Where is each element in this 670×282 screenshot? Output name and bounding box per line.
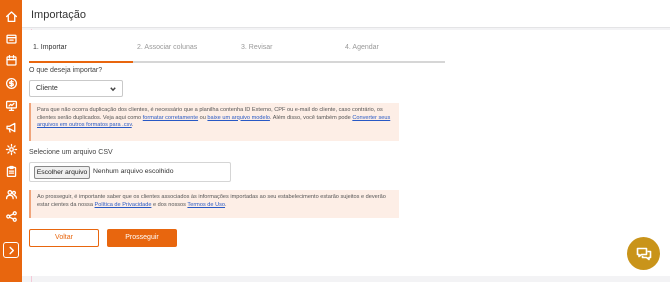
step-revisar[interactable]: 3. Revisar (237, 43, 341, 63)
chevron-right-icon (8, 246, 14, 254)
back-button[interactable]: Voltar (29, 229, 99, 247)
alert-text: . Além disso, você também pode (269, 114, 353, 121)
main-content: Importação 1. Importar 2. Associar colun… (22, 0, 670, 282)
store-icon[interactable] (3, 30, 19, 46)
clipboard-icon[interactable] (3, 163, 19, 179)
gear-icon[interactable] (3, 141, 19, 157)
import-card: 1. Importar 2. Associar colunas 3. Revis… (22, 30, 670, 276)
alert-text: . (225, 201, 227, 208)
dollar-icon[interactable] (3, 75, 19, 91)
import-type-label: O que deseja importar? (29, 67, 103, 74)
calendar-icon[interactable] (3, 52, 19, 68)
import-type-select[interactable]: Cliente (29, 80, 123, 97)
step-importar[interactable]: 1. Importar (29, 43, 133, 63)
privacy-alert: Ao prosseguir, é importante saber que os… (29, 190, 399, 218)
step-associar-colunas[interactable]: 2. Associar colunas (133, 43, 237, 63)
presentation-icon[interactable] (3, 97, 19, 113)
page-header: Importação (22, 0, 670, 28)
file-status: Nenhum arquivo escolhido (93, 168, 174, 175)
stepper: 1. Importar 2. Associar colunas 3. Revis… (29, 43, 449, 63)
chat-icon (636, 247, 651, 260)
terms-of-use-link[interactable]: Termos de Uso (187, 202, 225, 208)
duplication-info-alert: Para que não ocorra duplicação dos clien… (29, 103, 399, 141)
chevron-down-icon (110, 86, 116, 92)
users-icon[interactable] (3, 186, 19, 202)
home-icon[interactable] (3, 8, 19, 24)
alert-text: . (131, 122, 134, 129)
share-icon[interactable] (3, 208, 19, 224)
choose-file-button[interactable]: Escolher arquivo (34, 166, 90, 179)
format-guide-link[interactable]: formatar corretamente (143, 115, 198, 121)
chat-button[interactable] (627, 237, 660, 270)
proceed-button[interactable]: Prosseguir (107, 229, 177, 247)
expand-sidebar-button[interactable] (3, 242, 19, 258)
sidebar (0, 0, 22, 282)
privacy-policy-link[interactable]: Política de Privacidade (95, 202, 152, 208)
page-title: Importação (31, 9, 87, 21)
download-template-link[interactable]: baixe um arquivo modelo (207, 115, 270, 121)
import-type-value: Cliente (36, 85, 58, 92)
megaphone-icon[interactable] (3, 119, 19, 135)
step-agendar[interactable]: 4. Agendar (341, 43, 445, 63)
file-upload-label: Selecione um arquivo CSV (29, 149, 113, 156)
file-input[interactable]: Escolher arquivo Nenhum arquivo escolhid… (29, 162, 231, 182)
alert-text: e dos nossos (151, 201, 188, 208)
